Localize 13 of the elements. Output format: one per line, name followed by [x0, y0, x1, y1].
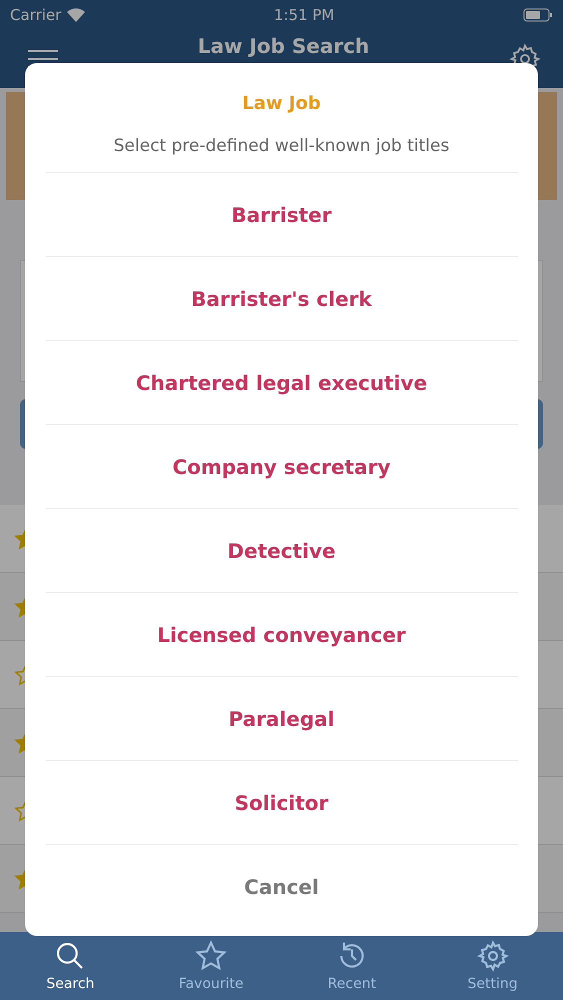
dialog-title: Law Job [242, 93, 321, 114]
carrier-label: Carrier [10, 6, 62, 24]
time-label: 1:51 PM [274, 6, 334, 24]
settings-icon [476, 940, 509, 972]
tab[interactable]: Recent [302, 939, 402, 993]
tab[interactable]: Search [20, 939, 120, 993]
tab[interactable]: Setting [442, 939, 543, 993]
dialog-subtitle: Select pre-defined well-known job titles [114, 136, 450, 156]
wifi-icon [67, 8, 86, 22]
battery-icon [522, 8, 553, 22]
tab[interactable]: Favourite [161, 939, 262, 993]
star-icon [195, 940, 228, 972]
nav-title: Law Job Search [198, 35, 370, 57]
